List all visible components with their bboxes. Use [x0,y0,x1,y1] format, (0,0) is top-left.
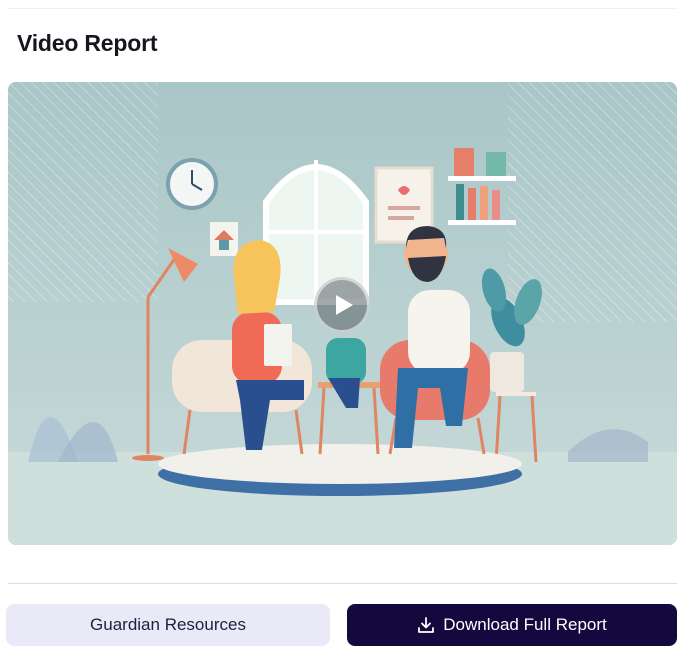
guardian-resources-label: Guardian Resources [90,615,246,634]
top-divider [8,8,677,9]
play-icon [336,295,353,315]
download-full-report-button[interactable]: Download Full Report [347,604,677,646]
video-player[interactable] [8,82,677,545]
download-icon [417,616,435,634]
play-button[interactable] [314,277,370,333]
guardian-resources-button[interactable]: Guardian Resources [6,604,330,646]
download-full-report-label: Download Full Report [443,615,607,634]
section-divider [8,583,677,584]
page-title: Video Report [17,30,158,56]
